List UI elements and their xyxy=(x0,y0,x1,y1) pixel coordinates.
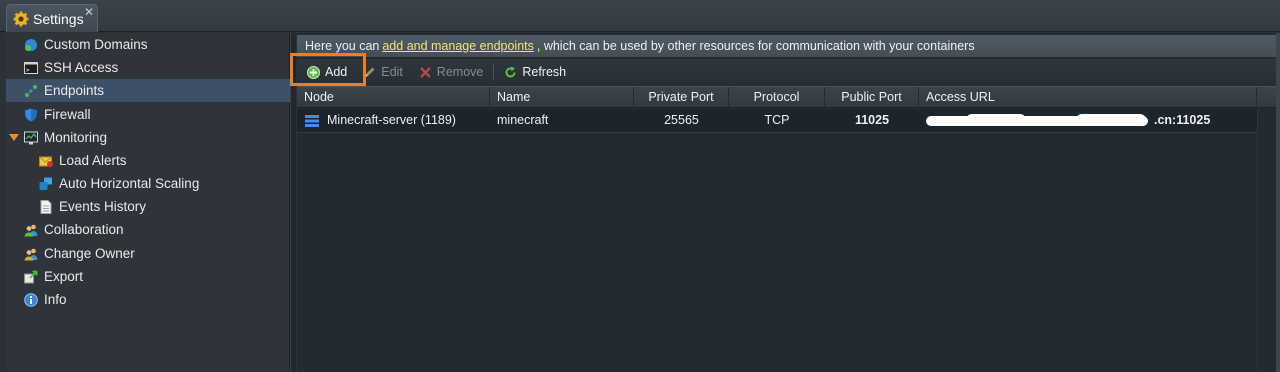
info-prefix: Here you can xyxy=(305,39,380,53)
add-button[interactable]: Add xyxy=(290,53,366,86)
sidebar-item-label: Custom Domains xyxy=(44,37,148,52)
info-suffix: , which can be used by other resources f… xyxy=(536,39,975,53)
grid-header: Node Name Private Port Protocol Public P… xyxy=(297,86,1280,108)
sidebar-item-label: Change Owner xyxy=(44,246,135,261)
terminal-icon: >_ xyxy=(24,61,38,74)
sidebar-item-label: Endpoints xyxy=(44,83,105,98)
remove-label: Remove xyxy=(436,65,484,79)
refresh-icon xyxy=(505,66,516,77)
svg-text:>_: >_ xyxy=(26,67,34,74)
toolbar: Add Edit Remove Refresh xyxy=(290,53,1280,86)
sidebar-item-label: Auto Horizontal Scaling xyxy=(59,176,200,191)
edit-label: Edit xyxy=(381,65,403,79)
column-header-protocol[interactable]: Protocol xyxy=(729,87,825,108)
cell-access-url[interactable]: .cn:11025 xyxy=(926,109,1257,132)
remove-button[interactable]: Remove xyxy=(411,61,492,83)
sidebar-item-label: Info xyxy=(44,292,67,307)
sidebar-item-label: SSH Access xyxy=(44,60,119,75)
plus-circle-icon xyxy=(307,65,320,79)
refresh-button[interactable]: Refresh xyxy=(496,61,574,83)
redaction-mark xyxy=(966,114,1026,126)
sidebar-item-ssh-access[interactable]: >_ SSH Access xyxy=(6,56,290,79)
export-icon xyxy=(24,270,38,283)
close-icon[interactable]: ✕ xyxy=(84,6,94,18)
column-header-public-port[interactable]: Public Port xyxy=(825,87,919,108)
redaction-mark xyxy=(1076,114,1146,126)
scaling-icon xyxy=(39,177,52,190)
manage-endpoints-link[interactable]: add and manage endpoints xyxy=(382,39,534,53)
column-header-name[interactable]: Name xyxy=(490,87,634,108)
sidebar-item-info[interactable]: Info xyxy=(6,288,290,311)
sidebar-item-label: Events History xyxy=(59,199,147,214)
sidebar-item-label: Collaboration xyxy=(44,222,124,237)
sidebar-item-load-alerts[interactable]: Load Alerts xyxy=(6,149,290,172)
add-label: Add xyxy=(325,65,348,79)
panel-splitter[interactable] xyxy=(290,33,296,372)
node-name: Minecraft-server (1189) xyxy=(327,113,456,127)
sidebar-item-label: Export xyxy=(44,269,84,284)
shield-icon xyxy=(25,108,37,121)
sidebar-item-monitoring[interactable]: Monitoring xyxy=(6,126,290,149)
server-icon xyxy=(305,114,319,127)
column-header-access-url[interactable]: Access URL xyxy=(919,87,1257,108)
cell-name: minecraft xyxy=(497,113,549,127)
sidebar-item-endpoints[interactable]: Endpoints xyxy=(6,79,290,102)
column-header-node[interactable]: Node xyxy=(297,87,490,108)
info-bar: Here you can add and manage endpoints , … xyxy=(297,35,1280,57)
alert-mail-icon xyxy=(39,156,53,167)
document-icon xyxy=(40,199,52,214)
cell-private-port: 25565 xyxy=(664,113,699,127)
endpoints-panel: Here you can add and manage endpoints , … xyxy=(290,33,1280,372)
access-url-text: .cn:11025 xyxy=(1154,113,1211,127)
window-edge xyxy=(1276,33,1280,372)
custom-domains-icon xyxy=(25,38,37,51)
sidebar-item-auto-horizontal-scaling[interactable]: Auto Horizontal Scaling xyxy=(6,172,290,195)
sidebar-item-label: Monitoring xyxy=(44,130,108,145)
settings-sidebar: Custom Domains >_ SSH Access Endpoints F… xyxy=(6,33,290,372)
sidebar-item-firewall[interactable]: Firewall xyxy=(6,103,290,126)
pencil-icon xyxy=(365,67,375,77)
edit-button[interactable]: Edit xyxy=(355,61,411,83)
table-row[interactable]: Minecraft-server (1189) minecraft 25565 … xyxy=(297,109,1257,133)
sidebar-item-change-owner[interactable]: Change Owner xyxy=(6,242,290,265)
tab-settings[interactable]: Settings ✕ xyxy=(6,4,98,32)
sidebar-item-collaboration[interactable]: Collaboration xyxy=(6,218,290,241)
users-icon xyxy=(24,224,38,236)
sidebar-item-label: Firewall xyxy=(44,107,91,122)
info-icon xyxy=(24,292,38,307)
cell-node: Minecraft-server (1189) xyxy=(297,109,490,132)
cell-protocol: TCP xyxy=(764,113,790,127)
sidebar-item-custom-domains[interactable]: Custom Domains xyxy=(6,33,290,56)
tab-bar: Settings ✕ xyxy=(0,0,1280,32)
monitor-icon xyxy=(24,131,38,144)
sidebar-item-export[interactable]: Export xyxy=(6,265,290,288)
tab-title: Settings xyxy=(33,10,84,27)
expand-arrow-icon[interactable] xyxy=(9,134,19,141)
refresh-label: Refresh xyxy=(522,65,567,79)
remove-x-icon xyxy=(419,66,431,78)
endpoints-icon xyxy=(25,84,37,97)
gear-icon xyxy=(13,11,29,26)
sidebar-item-label: Load Alerts xyxy=(59,153,127,168)
sidebar-item-events-history[interactable]: Events History xyxy=(6,195,290,218)
column-header-private-port[interactable]: Private Port xyxy=(634,87,729,108)
toolbar-separator xyxy=(493,64,495,80)
cell-public-port: 11025 xyxy=(854,113,890,127)
change-owner-icon xyxy=(24,248,38,260)
